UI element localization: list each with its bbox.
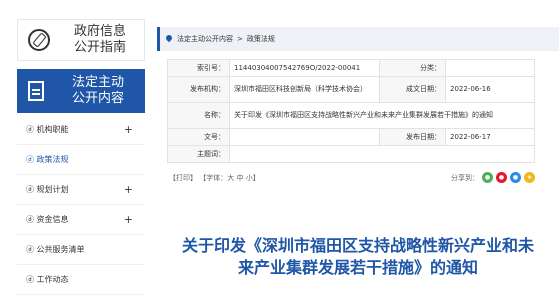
name-label: 名称： — [167, 102, 230, 129]
document-icon — [28, 81, 44, 101]
name-value-text: 关于印发《深圳市福田区支持战略性新兴产业和未来产业集群发展若干措施》的 — [234, 111, 479, 119]
guide-title: 政府信息 公开指南 — [74, 24, 126, 56]
article-toolbar: 【打印】 【字体：大 中 小】 分享到： ● ● ● ★ — [169, 172, 535, 183]
sidebar-menu: ⓓ 机构职能 + ⓓ 政策法规 ⓓ 规划计划 + ⓓ 资金信息 + ⓓ 公共服务… — [17, 115, 145, 295]
index-label: 索引号： — [167, 59, 230, 77]
font-size-bracket: 】 — [252, 173, 260, 182]
wechat-share-icon[interactable]: ● — [482, 172, 493, 183]
expand-plus-icon[interactable]: + — [124, 183, 133, 196]
article-headline: 关于印发《深圳市福田区支持战略性新兴产业和未 来产业集群发展若干措施》的通知 — [157, 235, 559, 279]
qzone-share-icon[interactable]: ★ — [524, 172, 535, 183]
guide-card[interactable]: 政府信息 公开指南 — [17, 19, 145, 61]
print-button[interactable]: 【打印】 — [169, 174, 197, 182]
sidebar-item-label: ⓓ 公共服务清单 — [26, 245, 85, 254]
compass-icon — [28, 29, 50, 51]
doc-number-value — [229, 128, 380, 146]
sidebar-item-service-list[interactable]: ⓓ 公共服务清单 — [17, 235, 145, 265]
font-large-button[interactable]: 大 — [227, 174, 234, 182]
doc-number-label: 文号： — [167, 128, 230, 146]
name-value-suffix: 通知 — [479, 111, 493, 119]
category-label: 分类： — [379, 59, 446, 77]
sidebar-item-label: ⓓ 规划计划 — [26, 185, 69, 194]
print-font-controls: 【打印】 【字体：大 中 小】 — [169, 173, 260, 183]
public-content-title: 法定主动 公开内容 — [72, 75, 124, 107]
document-meta-table: 索引号： 11440304007542769O/2022-00041 分类： 发… — [167, 59, 535, 163]
date-created-label: 成文日期： — [379, 76, 446, 103]
location-pin-icon — [166, 35, 172, 43]
public-content-card[interactable]: 法定主动 公开内容 — [17, 69, 145, 113]
page: 政府信息 公开指南 法定主动 公开内容 ⓓ 机构职能 + ⓓ 政策法规 ⓓ 规划… — [0, 0, 559, 297]
sidebar: 政府信息 公开指南 法定主动 公开内容 ⓓ 机构职能 + ⓓ 政策法规 ⓓ 规划… — [17, 19, 145, 297]
guide-title-line1: 政府信息 — [74, 24, 127, 39]
date-created-value: 2022-06-16 — [445, 76, 535, 103]
publisher-label: 发布机构： — [167, 76, 230, 103]
publish-date-value: 2022-06-17 — [445, 128, 535, 146]
font-small-button[interactable]: 小 — [246, 174, 253, 182]
guide-title-line2: 公开指南 — [74, 40, 127, 55]
breadcrumb-item-public-content[interactable]: 法定主动公开内容 — [177, 34, 233, 44]
subject-label: 主题词： — [167, 145, 230, 163]
sidebar-item-news[interactable]: ⓓ 工作动态 — [17, 265, 145, 295]
breadcrumb-item-policies[interactable]: 政策法规 — [247, 34, 275, 44]
headline-line1: 关于印发《深圳市福田区支持战略性新兴产业和未 — [181, 236, 534, 255]
sidebar-item-label: ⓓ 工作动态 — [26, 275, 69, 284]
breadcrumb: 法定主动公开内容 > 政策法规 — [157, 27, 559, 51]
breadcrumb-separator: > — [237, 35, 243, 43]
main-content: 法定主动公开内容 > 政策法规 索引号： 11440304007542769O/… — [157, 27, 559, 297]
sidebar-item-label: ⓓ 资金信息 — [26, 215, 69, 224]
sidebar-item-label: ⓓ 政策法规 — [26, 155, 69, 164]
share-bar: 分享到： ● ● ● ★ — [451, 172, 535, 183]
name-value: 关于印发《深圳市福田区支持战略性新兴产业和未来产业集群发展若干措施》的通知 — [229, 102, 535, 129]
weibo-share-icon[interactable]: ● — [496, 172, 507, 183]
share-label: 分享到： — [451, 173, 479, 182]
sidebar-item-plans[interactable]: ⓓ 规划计划 + — [17, 175, 145, 205]
sidebar-item-policies[interactable]: ⓓ 政策法规 — [17, 145, 145, 175]
headline-line2: 来产业集群发展若干措施》的通知 — [237, 258, 478, 277]
subject-value — [229, 145, 535, 163]
sidebar-item-label: ⓓ 机构职能 — [26, 125, 69, 134]
font-medium-button[interactable]: 中 — [236, 174, 243, 182]
expand-plus-icon[interactable]: + — [124, 123, 133, 136]
public-title-line2: 公开内容 — [72, 91, 125, 106]
index-value: 11440304007542769O/2022-00041 — [229, 59, 380, 77]
expand-plus-icon[interactable]: + — [124, 213, 133, 226]
sidebar-item-functions[interactable]: ⓓ 机构职能 + — [17, 115, 145, 145]
sidebar-item-funds[interactable]: ⓓ 资金信息 + — [17, 205, 145, 235]
qq-share-icon[interactable]: ● — [510, 172, 521, 183]
font-size-label: 【字体： — [199, 173, 228, 182]
publisher-value: 深圳市福田区科技创新局（科学技术协会） — [229, 76, 380, 103]
publish-date-label: 发布日期： — [379, 128, 446, 146]
category-value — [445, 59, 535, 77]
public-title-line1: 法定主动 — [72, 75, 125, 90]
